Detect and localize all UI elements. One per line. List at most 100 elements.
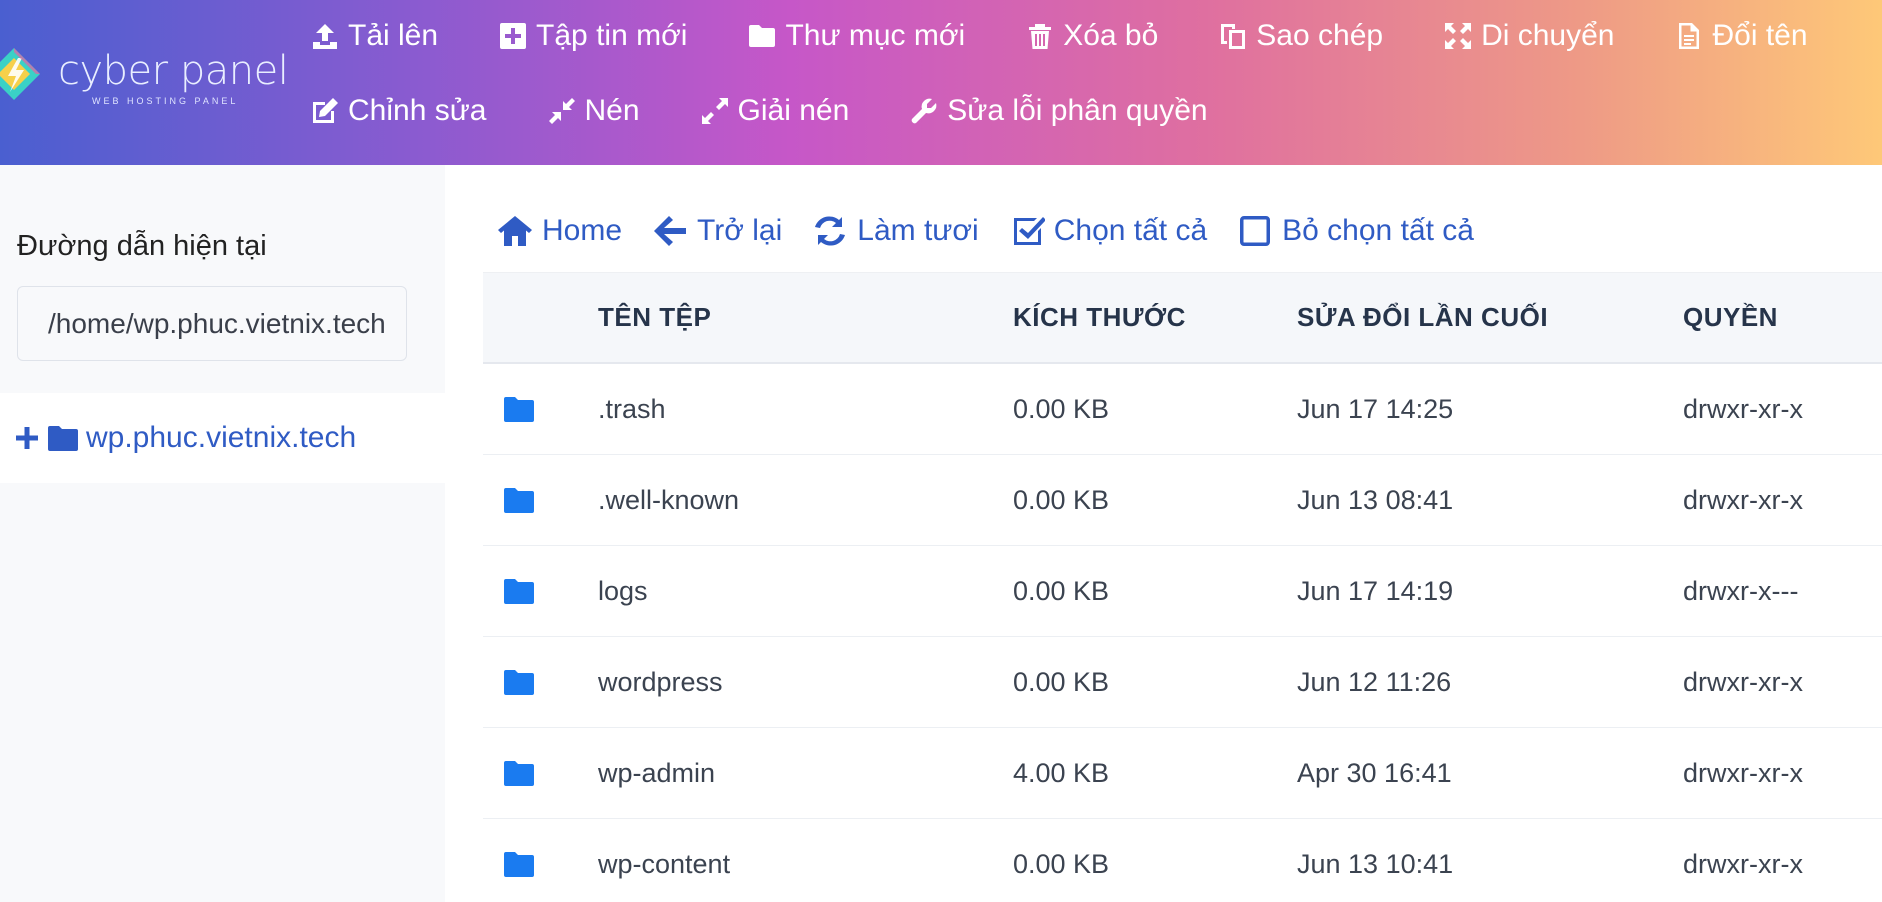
- file-size: 0.00 KB: [1013, 484, 1110, 515]
- file-modified: Jun 13 10:41: [1297, 848, 1454, 879]
- fix-permissions-button[interactable]: Sửa lỗi phân quyền: [909, 91, 1208, 131]
- square-icon: [1240, 216, 1271, 246]
- copy-icon: [1221, 24, 1246, 49]
- upload-icon: [313, 24, 337, 49]
- plus-icon[interactable]: [15, 426, 39, 450]
- tree-item-label: wp.phuc.vietnix.tech: [86, 421, 357, 454]
- top-toolbar: cyber panel WEB HOSTING PANEL Tải lên Tậ…: [0, 0, 1882, 165]
- back-label: Trở lại: [697, 214, 783, 247]
- new-folder-button[interactable]: Thư mục mới: [747, 16, 965, 56]
- row-icon: [483, 396, 598, 422]
- file-modified: Jun 12 11:26: [1297, 666, 1452, 697]
- copy-label: Sao chép: [1256, 19, 1384, 52]
- copy-button[interactable]: Sao chép: [1218, 16, 1383, 56]
- file-modified: Jun 17 14:19: [1297, 575, 1454, 606]
- back-button[interactable]: Trở lại: [652, 213, 782, 249]
- delete-label: Xóa bỏ: [1063, 19, 1159, 52]
- file-name[interactable]: .well-known: [598, 485, 1013, 516]
- header-modified[interactable]: SỬA ĐỔI LẦN CUỐI: [1297, 302, 1683, 333]
- file-size: 0.00 KB: [1013, 848, 1110, 879]
- extract-label: Giải nén: [737, 94, 850, 127]
- rename-button[interactable]: Đổi tên: [1674, 16, 1808, 56]
- edit-icon: [313, 98, 338, 123]
- compress-button[interactable]: Nén: [547, 91, 640, 131]
- home-label: Home: [542, 214, 623, 247]
- move-button[interactable]: Di chuyển: [1443, 16, 1614, 56]
- file-name[interactable]: wp-admin: [598, 758, 1013, 789]
- move-label: Di chuyển: [1481, 19, 1615, 52]
- file-modified: Apr 30 16:41: [1297, 757, 1452, 788]
- new-file-label: Tập tin mới: [536, 19, 688, 52]
- refresh-icon: [815, 216, 846, 246]
- folder-icon: [504, 579, 534, 604]
- file-permissions: drwxr-x---: [1683, 575, 1799, 606]
- file-name[interactable]: .trash: [598, 394, 1013, 425]
- file-permissions: drwxr-xr-x: [1683, 757, 1803, 788]
- toolbar-row-2: Chỉnh sửa Nén Giải nén Sửa lỗi phân quyề…: [310, 91, 1268, 131]
- new-folder-label: Thư mục mới: [785, 19, 966, 52]
- trash-icon: [1029, 24, 1052, 49]
- tree-item-root[interactable]: wp.phuc.vietnix.tech: [0, 393, 445, 483]
- header-permissions[interactable]: QUYỀN: [1683, 302, 1882, 333]
- file-size: 0.00 KB: [1013, 575, 1110, 606]
- arrow-left-icon: [654, 216, 687, 246]
- toolbar-row-1: Tải lên Tập tin mới Thư mục mới Xóa bỏ S…: [310, 16, 1868, 56]
- header-size[interactable]: KÍCH THƯỚC: [1013, 302, 1297, 333]
- table-body: .trash 0.00 KB Jun 17 14:25 drwxr-xr-x .well…: [483, 364, 1882, 902]
- new-file-button[interactable]: Tập tin mới: [498, 16, 687, 56]
- folder-icon: [48, 426, 78, 451]
- row-icon: [483, 487, 598, 513]
- sidebar: Đường dẫn hiện tại wp.phuc.vietnix.tech: [0, 165, 445, 902]
- file-text-icon: [1679, 23, 1700, 49]
- folder-icon: [504, 761, 534, 786]
- upload-button[interactable]: Tải lên: [310, 16, 438, 56]
- fix-permissions-label: Sửa lỗi phân quyền: [947, 94, 1208, 127]
- table-header: TÊN TỆP KÍCH THƯỚC SỬA ĐỔI LẦN CUỐI QUYỀ…: [483, 272, 1882, 364]
- table-row[interactable]: wp-admin 4.00 KB Apr 30 16:41 drwxr-xr-x: [483, 728, 1882, 819]
- file-browser: Home Trở lại Làm tươi Chọn tất cả Bỏ chọ…: [445, 165, 1882, 902]
- rename-label: Đổi tên: [1712, 19, 1808, 52]
- table-row[interactable]: .well-known 0.00 KB Jun 13 08:41 drwxr-xr-x: [483, 455, 1882, 546]
- file-permissions: drwxr-xr-x: [1683, 484, 1803, 515]
- row-icon: [483, 851, 598, 877]
- logo-mark-icon: [0, 48, 40, 100]
- table-row[interactable]: wp-content 0.00 KB Jun 13 10:41 drwxr-xr-x: [483, 819, 1882, 902]
- table-row[interactable]: logs 0.00 KB Jun 17 14:19 drwxr-x---: [483, 546, 1882, 637]
- deselect-all-button[interactable]: Bỏ chọn tất cả: [1237, 213, 1474, 249]
- file-size: 0.00 KB: [1013, 393, 1110, 424]
- home-icon: [498, 216, 532, 246]
- upload-label: Tải lên: [348, 19, 439, 52]
- current-path-input[interactable]: [17, 286, 407, 361]
- compress-label: Nén: [584, 94, 640, 127]
- row-icon: [483, 760, 598, 786]
- extract-button[interactable]: Giải nén: [700, 91, 850, 131]
- row-icon: [483, 669, 598, 695]
- file-name[interactable]: wordpress: [598, 667, 1013, 698]
- file-size: 4.00 KB: [1013, 757, 1110, 788]
- folder-icon: [749, 25, 776, 47]
- select-all-label: Chọn tất cả: [1053, 214, 1208, 247]
- edit-label: Chỉnh sửa: [348, 94, 487, 127]
- file-table: TÊN TỆP KÍCH THƯỚC SỬA ĐỔI LẦN CUỐI QUYỀ…: [483, 272, 1882, 902]
- file-permissions: drwxr-xr-x: [1683, 393, 1803, 424]
- plus-square-icon: [500, 23, 527, 49]
- folder-icon: [504, 397, 534, 422]
- file-name[interactable]: logs: [598, 576, 1013, 607]
- compress-icon: [548, 98, 575, 124]
- file-name[interactable]: wp-content: [598, 849, 1013, 880]
- delete-button[interactable]: Xóa bỏ: [1025, 16, 1158, 56]
- wrench-icon: [912, 98, 937, 124]
- table-row[interactable]: .trash 0.00 KB Jun 17 14:25 drwxr-xr-x: [483, 364, 1882, 455]
- current-path-label: Đường dẫn hiện tại: [17, 230, 267, 262]
- edit-button[interactable]: Chỉnh sửa: [310, 91, 487, 131]
- file-permissions: drwxr-xr-x: [1683, 666, 1803, 697]
- header-name[interactable]: TÊN TỆP: [483, 302, 1013, 333]
- refresh-button[interactable]: Làm tươi: [812, 213, 979, 249]
- table-row[interactable]: wordpress 0.00 KB Jun 12 11:26 drwxr-xr-x: [483, 637, 1882, 728]
- cyberpanel-logo[interactable]: cyber panel WEB HOSTING PANEL: [0, 40, 289, 110]
- home-button[interactable]: Home: [497, 213, 622, 249]
- deselect-all-label: Bỏ chọn tất cả: [1282, 214, 1474, 247]
- row-icon: [483, 578, 598, 604]
- select-all-button[interactable]: Chọn tất cả: [1009, 213, 1207, 249]
- move-icon: [1445, 23, 1472, 49]
